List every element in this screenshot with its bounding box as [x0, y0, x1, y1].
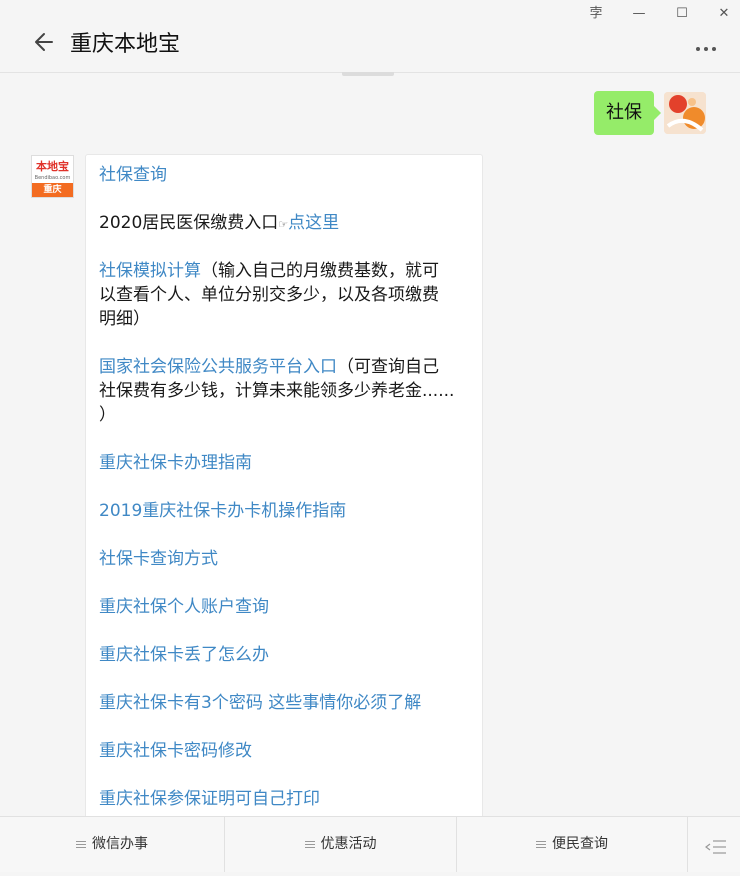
menu-public-query[interactable]: 便民查询: [457, 817, 687, 872]
close-icon[interactable]: ✕: [712, 4, 736, 24]
menu-list-icon: [304, 839, 315, 850]
user-message-bubble[interactable]: 社保: [594, 91, 661, 135]
link-card-passwords[interactable]: 重庆社保卡有3个密码 这些事情你必须了解: [99, 693, 421, 713]
menu-wechat-services[interactable]: 微信办事: [0, 817, 224, 872]
pin-window-icon[interactable]: 孛: [584, 4, 608, 24]
link-social-security-query[interactable]: 社保查询: [99, 165, 167, 185]
maximize-icon[interactable]: ☐: [670, 4, 694, 24]
title-bar: 孛 — ☐ ✕ 重庆本地宝: [0, 0, 740, 73]
menu-list-icon: [536, 839, 546, 850]
chat-area[interactable]: 社保 本地宝 Bendibao.com 重庆 社保查询 2020居民医保缴费入口…: [0, 76, 740, 816]
text-platform-desc-2: 社保费有多少钱，计算未来能领多少养老金......: [99, 381, 455, 401]
chat-title: 重庆本地宝: [70, 32, 181, 57]
link-social-security-calculator[interactable]: 社保模拟计算: [99, 261, 201, 281]
keyboard-toggle-icon[interactable]: [688, 817, 740, 872]
more-dots-icon[interactable]: [696, 36, 724, 56]
link-card-guide[interactable]: 重庆社保卡办理指南: [99, 453, 252, 473]
text-calculator-desc: （输入自己的月缴费基数，就可: [201, 261, 439, 281]
pointing-hand-icon: ☞: [278, 218, 289, 231]
link-card-machine-guide[interactable]: 2019重庆社保卡办卡机操作指南: [99, 501, 346, 521]
link-print-certificate[interactable]: 重庆社保参保证明可自己打印: [99, 789, 320, 809]
menu-list-icon: [76, 839, 86, 850]
text-calculator-desc-3: 明细）: [99, 309, 150, 329]
link-lost-card[interactable]: 重庆社保卡丢了怎么办: [99, 645, 269, 665]
back-arrow-icon[interactable]: [32, 28, 60, 56]
link-personal-account-query[interactable]: 重庆社保个人账户查询: [99, 597, 269, 617]
city-label: 重庆: [32, 183, 73, 197]
text-platform-desc: （可查询自己: [337, 357, 439, 377]
bottom-menu-bar: 微信办事 优惠活动 便民查询: [0, 816, 740, 872]
link-national-platform[interactable]: 国家社会保险公共服务平台入口: [99, 357, 337, 377]
reply-message-card: 社保查询 2020居民医保缴费入口☞点这里 社保模拟计算（输入自己的月缴费基数，…: [85, 154, 483, 816]
official-account-avatar[interactable]: 本地宝 Bendibao.com 重庆: [31, 155, 74, 198]
link-password-change[interactable]: 重庆社保卡密码修改: [99, 741, 252, 761]
text-medical-insurance-entry: 2020居民医保缴费入口: [99, 213, 279, 233]
link-click-here[interactable]: 点这里: [288, 213, 339, 233]
text-platform-desc-3: ）: [99, 405, 116, 425]
minimize-icon[interactable]: —: [627, 4, 651, 24]
bendibao-logo: 本地宝 Bendibao.com: [34, 160, 71, 181]
link-card-query-method[interactable]: 社保卡查询方式: [99, 549, 218, 569]
menu-promotions[interactable]: 优惠活动: [225, 817, 456, 872]
text-calculator-desc-2: 以查看个人、单位分别交多少，以及各项缴费: [99, 285, 439, 305]
user-avatar[interactable]: [664, 92, 706, 134]
